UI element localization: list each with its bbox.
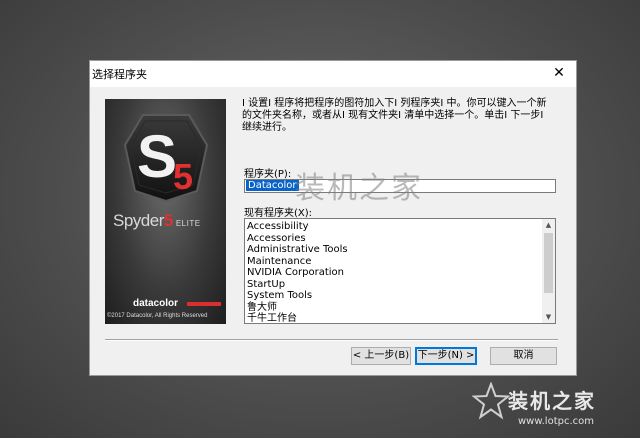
list-item-startup[interactable]: StartUp (247, 279, 541, 291)
list-item-nvidia[interactable]: NVIDIA Corporation (247, 267, 541, 279)
list-item-administrative-tools[interactable]: Administrative Tools (247, 244, 541, 256)
scroll-thumb[interactable] (544, 233, 553, 293)
product-name: Spyder5 ELITE (113, 211, 201, 230)
watermark-text: 装机之家 (295, 171, 423, 206)
dialog-body: S 5 Spyder5 ELITE datacolor ©2017 Datacol… (90, 87, 576, 375)
list-item-maintenance[interactable]: Maintenance (247, 256, 541, 268)
svg-text:5: 5 (173, 156, 193, 197)
next-button[interactable]: 下一步(N) > (415, 347, 477, 365)
watermark-url: www.lotpc.com (518, 416, 594, 427)
scroll-down-icon[interactable]: ▼ (542, 311, 555, 323)
folder-name-value: Datacolor (246, 180, 299, 191)
list-item-accessibility[interactable]: Accessibility (247, 221, 541, 233)
brand-bar (187, 302, 221, 306)
copyright-text: ©2017 Datacolor, All Rights Reserved (107, 313, 208, 319)
list-item-system-tools[interactable]: System Tools (247, 290, 541, 302)
list-scrollbar[interactable]: ▲ ▼ (542, 219, 555, 323)
folder-label: 程序夹(P): (244, 169, 292, 180)
title-bar[interactable]: 选择程序夹 ✕ (90, 61, 576, 87)
existing-folders-list[interactable]: Accessibility Accessories Administrative… (244, 218, 556, 324)
watermark-badge: 装机之家 www.lotpc.com (470, 380, 638, 436)
list-item-accessories[interactable]: Accessories (247, 233, 541, 245)
dialog-title: 选择程序夹 (92, 68, 147, 81)
cancel-button[interactable]: 取消 (490, 347, 557, 365)
svg-text:S: S (137, 123, 177, 190)
list-item-qianniu[interactable]: 千牛工作台 (247, 313, 541, 323)
spyder5-logo-icon: S 5 (123, 114, 209, 203)
select-folder-dialog: 选择程序夹 ✕ S 5 Spyder5 ELITE datacolor ©2017… (89, 60, 577, 376)
close-icon[interactable]: ✕ (550, 64, 568, 82)
star-icon (472, 382, 510, 420)
list-item-ludashi[interactable]: 鲁大师 (247, 302, 541, 314)
scroll-up-icon[interactable]: ▲ (542, 219, 555, 231)
product-banner: S 5 Spyder5 ELITE datacolor ©2017 Datacol… (105, 99, 226, 324)
brand-name: datacolor (133, 298, 179, 309)
divider (105, 339, 558, 341)
back-button[interactable]: < 上一步(B) (351, 347, 411, 365)
watermark-title: 装机之家 (508, 389, 596, 413)
instructions-text: Ⅰ 设置Ⅰ 程序将把程序的图符加入下Ⅰ 列程序夹Ⅰ 中。你可以键入一个新的文件夹… (242, 98, 547, 133)
